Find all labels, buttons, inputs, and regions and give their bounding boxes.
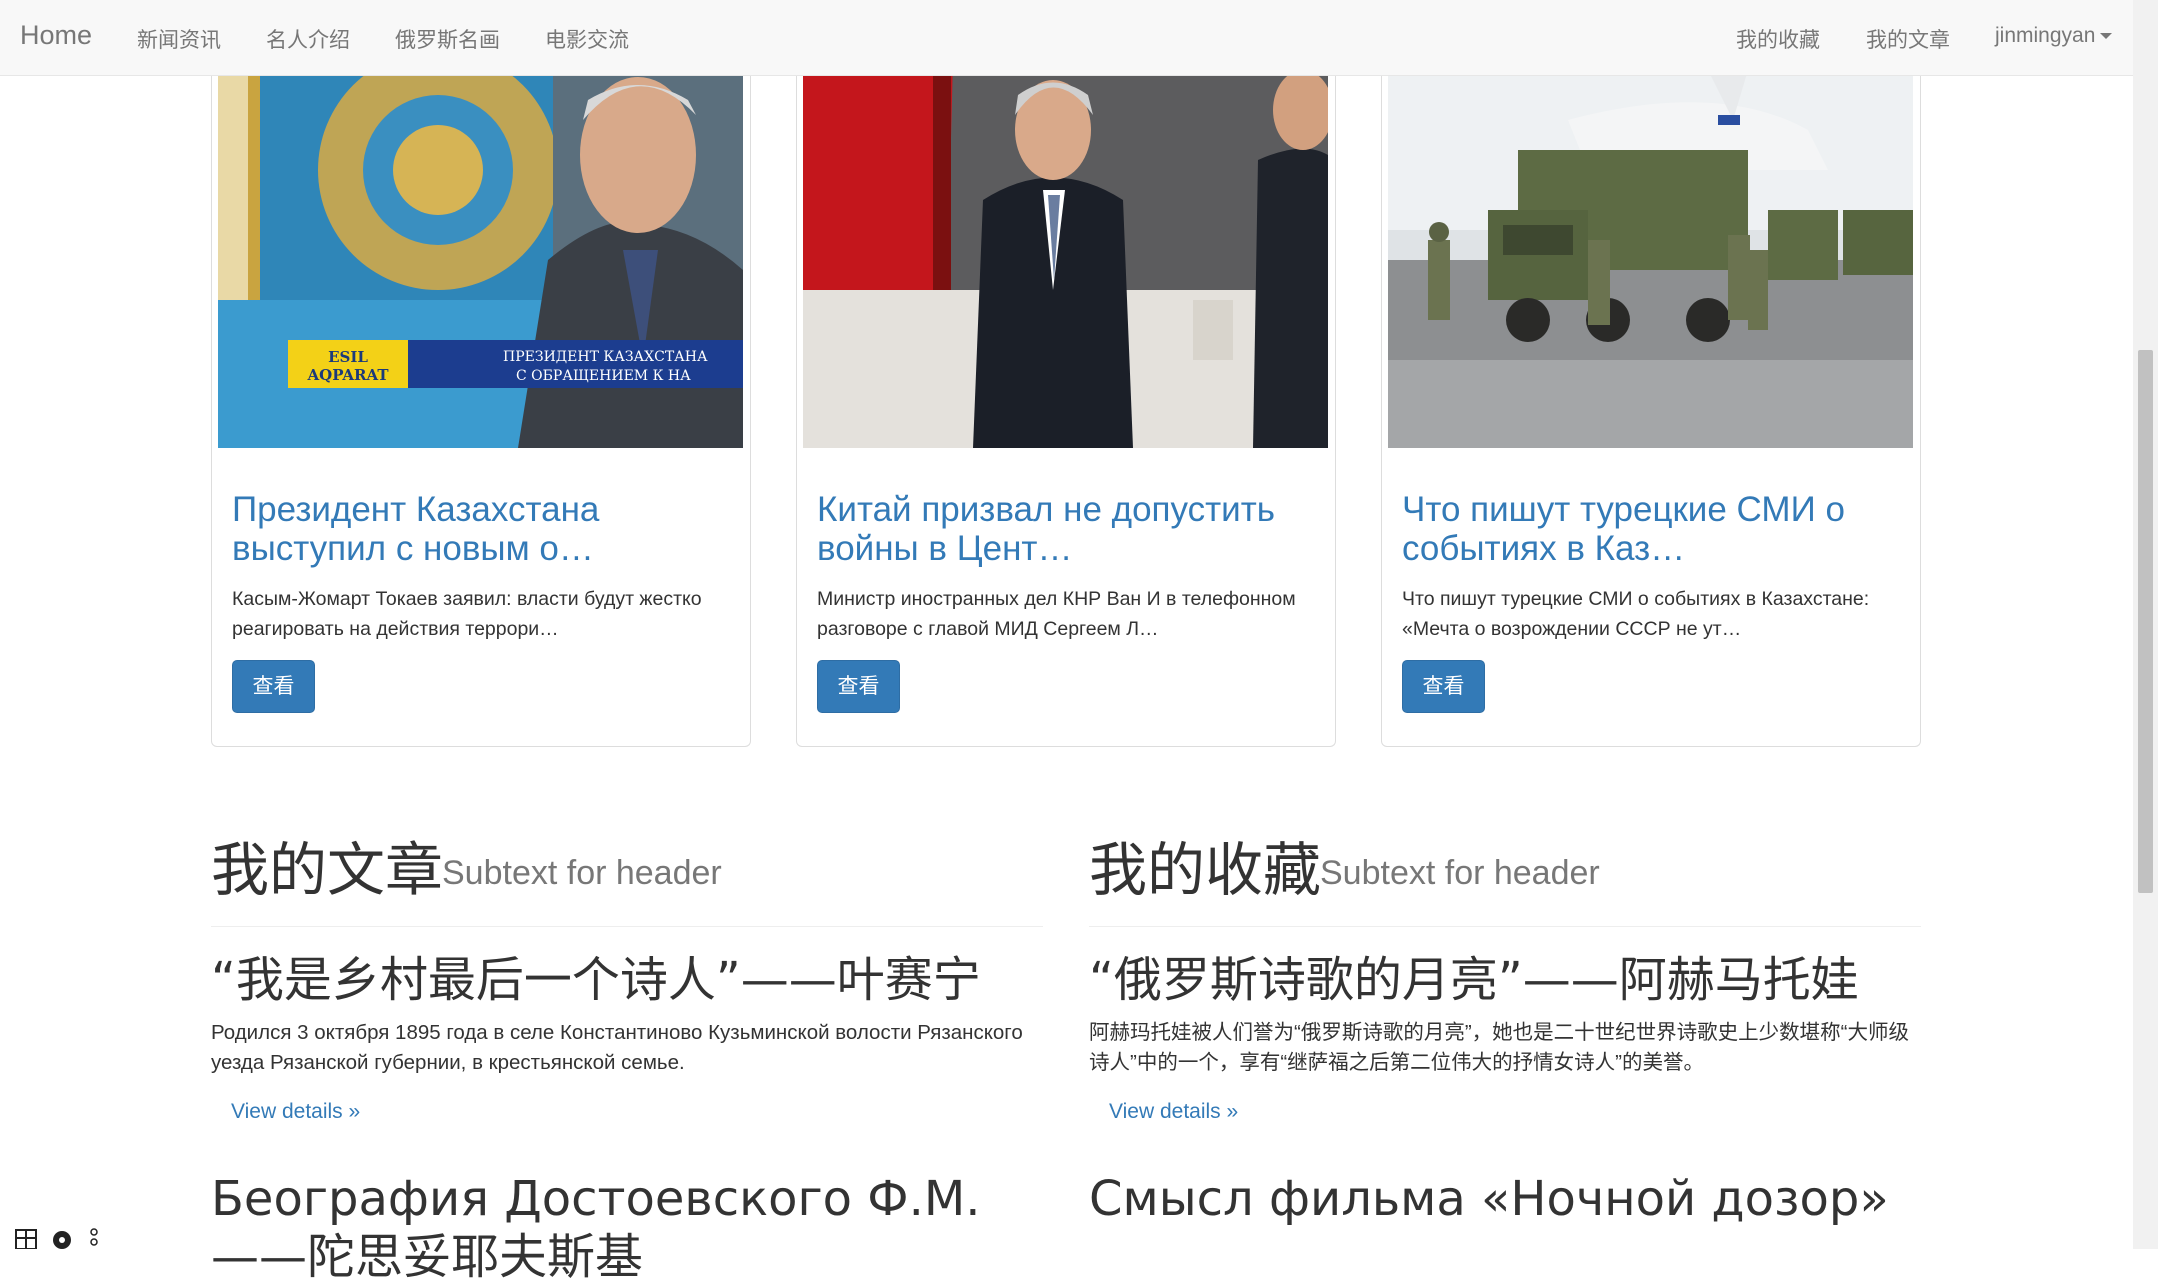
section-header: 我的收藏 Subtext for header xyxy=(1089,830,1921,927)
article-summary: 阿赫玛托娃被人们誉为“俄罗斯诗歌的月亮”，她也是二十世纪世界诗歌史上少数堪称“大… xyxy=(1089,1021,1909,1074)
top-navbar: Home 新闻资讯 名人介绍 俄罗斯名画 电影交流 我的收藏 我的文章 jinm… xyxy=(0,0,2133,76)
news-card: ESIL AQPARAT ПРЕЗИДЕНТ КАЗАХСТАНА С ОБРА… xyxy=(211,60,751,747)
article-summary: Родился 3 октября 1895 года в селе Конст… xyxy=(211,1021,1023,1074)
username-label: jinmingyan xyxy=(1995,24,2096,47)
my-favorites-section: 我的收藏 Subtext for header “俄罗斯诗歌的月亮”——阿赫马托… xyxy=(1089,830,1921,1227)
section-subtext: Subtext for header xyxy=(1320,854,1600,892)
kazakhstan-president-photo: ESIL AQPARAT ПРЕЗИДЕНТ КАЗАХСТАНА С ОБРА… xyxy=(218,60,743,448)
esil-logo-text: ESIL xyxy=(328,348,368,366)
card-title-link[interactable]: Президент Казахстана выступил с новым о… xyxy=(232,490,732,568)
wang-yi-photo xyxy=(803,60,1328,448)
card-summary: Касым-Жомарт Токаев заявил: власти будут… xyxy=(232,588,702,640)
card-title-link[interactable]: Что пишут турецкие СМИ о событиях в Каз… xyxy=(1402,490,1902,568)
scrollbar-thumb[interactable] xyxy=(2138,350,2153,893)
view-button[interactable]: 查看 xyxy=(817,660,900,713)
article-title: “我是乡村最后一个诗人”——叶赛宁 xyxy=(211,952,981,1008)
news-card: Китай призвал не допустить войны в Цент…… xyxy=(796,60,1336,747)
menu-dots-icon[interactable] xyxy=(90,1228,98,1246)
section-subtext: Subtext for header xyxy=(442,854,722,892)
user-dropdown[interactable]: jinmingyan xyxy=(1995,24,2113,48)
home-brand-link[interactable]: Home xyxy=(20,20,92,51)
nav-item-movies[interactable]: 电影交流 xyxy=(545,24,629,54)
section-title: 我的文章 xyxy=(211,836,444,904)
section-title: 我的收藏 xyxy=(1089,836,1322,904)
section-header: 我的文章 Subtext for header xyxy=(211,830,1043,927)
page-scrollbar[interactable] xyxy=(2133,0,2158,1249)
view-details-link[interactable]: View details » xyxy=(231,1100,360,1124)
nav-item-russian-paintings[interactable]: 俄罗斯名画 xyxy=(395,24,500,54)
article-title: Смысл фильма «Ночной дозор» xyxy=(1089,1171,1889,1227)
nav-item-news[interactable]: 新闻资讯 xyxy=(137,24,221,54)
card-summary: Министр иностранных дел КНР Ван И в теле… xyxy=(817,588,1296,640)
ticker-line-1: ПРЕЗИДЕНТ КАЗАХСТАНА xyxy=(503,349,708,365)
bottom-toolbar xyxy=(14,1226,104,1250)
my-articles-section: 我的文章 Subtext for header “我是乡村最后一个诗人”——叶赛… xyxy=(211,830,1043,1285)
news-card: Что пишут турецкие СМИ о событиях в Каз…… xyxy=(1381,60,1921,747)
settings-icon[interactable] xyxy=(53,1231,71,1249)
military-trucks-photo xyxy=(1388,60,1913,448)
nav-item-my-articles[interactable]: 我的文章 xyxy=(1866,24,1950,54)
ticker-line-2: С ОБРАЩЕНИЕМ К НА xyxy=(516,368,691,384)
nav-item-my-favorites[interactable]: 我的收藏 xyxy=(1736,24,1820,54)
nav-item-celebrities[interactable]: 名人介绍 xyxy=(266,24,350,54)
aqparat-logo-text: AQPARAT xyxy=(307,366,390,384)
view-button[interactable]: 查看 xyxy=(232,660,315,713)
grid-icon[interactable] xyxy=(15,1229,37,1250)
card-title-link[interactable]: Китай призвал не допустить войны в Цент… xyxy=(817,490,1317,568)
caret-down-icon xyxy=(2100,33,2113,40)
view-details-link[interactable]: View details » xyxy=(1109,1100,1238,1124)
card-summary: Что пишут турецкие СМИ о событиях в Каза… xyxy=(1402,588,1870,640)
view-button[interactable]: 查看 xyxy=(1402,660,1485,713)
article-title: Беография Достоевского Ф.М. ——陀思妥耶夫斯基 xyxy=(211,1171,981,1285)
article-title: “俄罗斯诗歌的月亮”——阿赫马托娃 xyxy=(1089,952,1859,1008)
